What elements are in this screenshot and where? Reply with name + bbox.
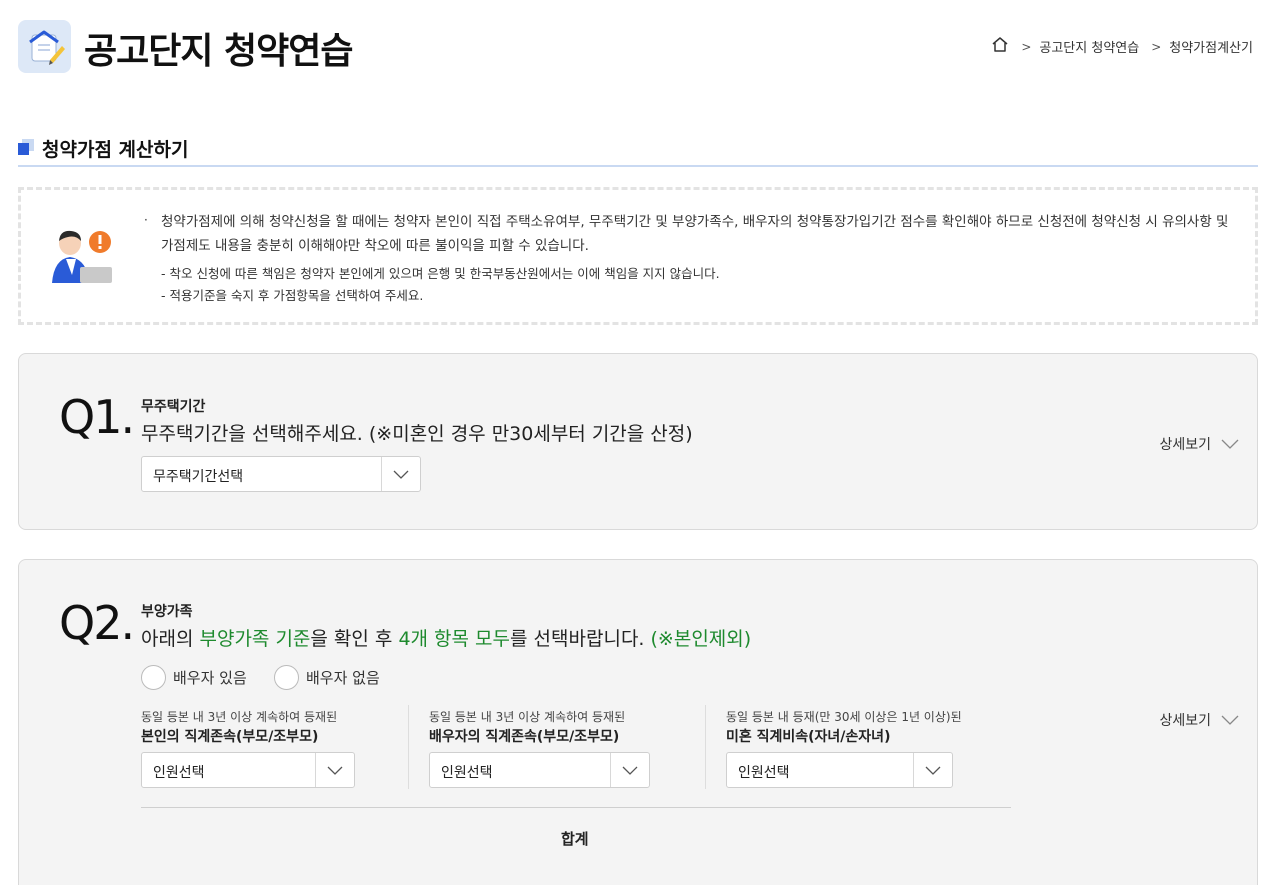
radio-spouse-yes[interactable]: 배우자 있음	[141, 665, 247, 690]
radio-circle[interactable]	[141, 665, 166, 690]
children-count-select[interactable]: 인원선택	[726, 752, 953, 788]
question-card-q2: Q2. 부양가족 아래의 부양가족 기준을 확인 후 4개 항목 모두를 선택바…	[18, 559, 1258, 885]
notice-box: · 청약가점제에 의해 청약신청을 할 때에는 청약자 본인이 직접 주택소유여…	[18, 187, 1258, 325]
section-title: 청약가점 계산하기	[42, 139, 189, 161]
chevron-down-icon[interactable]	[913, 753, 952, 787]
home-icon[interactable]	[991, 36, 1009, 57]
section-header: 청약가점 계산하기	[18, 134, 1258, 167]
notice-sub-text: - 적용기준을 숙지 후 가점항목을 선택하여 주세요.	[161, 288, 424, 303]
section-square-icon	[18, 139, 34, 155]
question-card-q1: Q1. 무주택기간 무주택기간을 선택해주세요. (※미혼인 경우 만30세부터…	[18, 353, 1258, 530]
column-divider	[408, 705, 409, 789]
own-parents-count-select[interactable]: 인원선택	[141, 752, 355, 788]
radio-label: 배우자 없음	[306, 669, 380, 687]
question-number: Q2.	[59, 596, 135, 650]
column-label: 미혼 직계비속(자녀/손자녀)	[726, 729, 891, 745]
question-label: 부양가족	[141, 604, 193, 620]
spouse-parents-count-select[interactable]: 인원선택	[429, 752, 650, 788]
bullet-icon: ·	[144, 213, 148, 227]
radio-spouse-no[interactable]: 배우자 없음	[274, 665, 380, 690]
notice-sub-text: - 착오 신청에 따른 책임은 청약자 본인에게 있으며 은행 및 한국부동산원…	[161, 266, 720, 281]
chevron-right-icon: >	[1151, 39, 1162, 54]
column-label: 본인의 직계존속(부모/조부모)	[141, 729, 319, 745]
question-text: 무주택기간을 선택해주세요. (※미혼인 경우 만30세부터 기간을 산정)	[141, 423, 693, 445]
breadcrumb: > 공고단지 청약연습 > 청약가점계산기	[991, 36, 1253, 57]
breadcrumb-item[interactable]: 공고단지 청약연습	[1039, 37, 1139, 56]
detail-toggle[interactable]: 상세보기	[1159, 710, 1239, 730]
person-warning-icon	[48, 225, 118, 295]
column-label-sub: 동일 등본 내 3년 이상 계속하여 등재된	[429, 710, 626, 724]
chevron-down-icon	[1221, 715, 1239, 725]
breadcrumb-item[interactable]: 청약가점계산기	[1169, 37, 1253, 56]
no-home-period-select[interactable]: 무주택기간선택	[141, 456, 421, 492]
radio-circle[interactable]	[274, 665, 299, 690]
page-header: 공고단지 청약연습 > 공고단지 청약연습 > 청약가점계산기	[0, 0, 1280, 95]
select-value: 무주택기간선택	[153, 469, 244, 485]
app-logo-icon	[18, 20, 71, 73]
detail-label: 상세보기	[1159, 713, 1211, 729]
column-label: 배우자의 직계존속(부모/조부모)	[429, 729, 620, 745]
question-label: 무주택기간	[141, 399, 206, 415]
chevron-right-icon: >	[1021, 39, 1032, 54]
detail-toggle[interactable]: 상세보기	[1159, 434, 1239, 454]
chevron-down-icon[interactable]	[381, 457, 420, 491]
select-value: 인원선택	[153, 765, 205, 781]
total-label: 합계	[561, 830, 589, 848]
chevron-down-icon[interactable]	[610, 753, 649, 787]
radio-label: 배우자 있음	[173, 669, 247, 687]
column-label-sub: 동일 등본 내 3년 이상 계속하여 등재된	[141, 710, 338, 724]
notice-main-text: 청약가점제에 의해 청약신청을 할 때에는 청약자 본인이 직접 주택소유여부,…	[161, 214, 1229, 254]
page-title: 공고단지 청약연습	[84, 31, 353, 72]
column-divider	[705, 705, 706, 789]
select-value: 인원선택	[441, 765, 493, 781]
detail-label: 상세보기	[1159, 437, 1211, 453]
question-number: Q1.	[59, 390, 135, 444]
column-label-sub: 동일 등본 내 등재(만 30세 이상은 1년 이상)된	[726, 710, 962, 724]
select-value: 인원선택	[738, 765, 790, 781]
question-text: 아래의 부양가족 기준을 확인 후 4개 항목 모두를 선택바랍니다. (※본인…	[141, 628, 752, 650]
chevron-down-icon[interactable]	[315, 753, 354, 787]
chevron-down-icon	[1221, 439, 1239, 449]
divider	[141, 807, 1011, 808]
